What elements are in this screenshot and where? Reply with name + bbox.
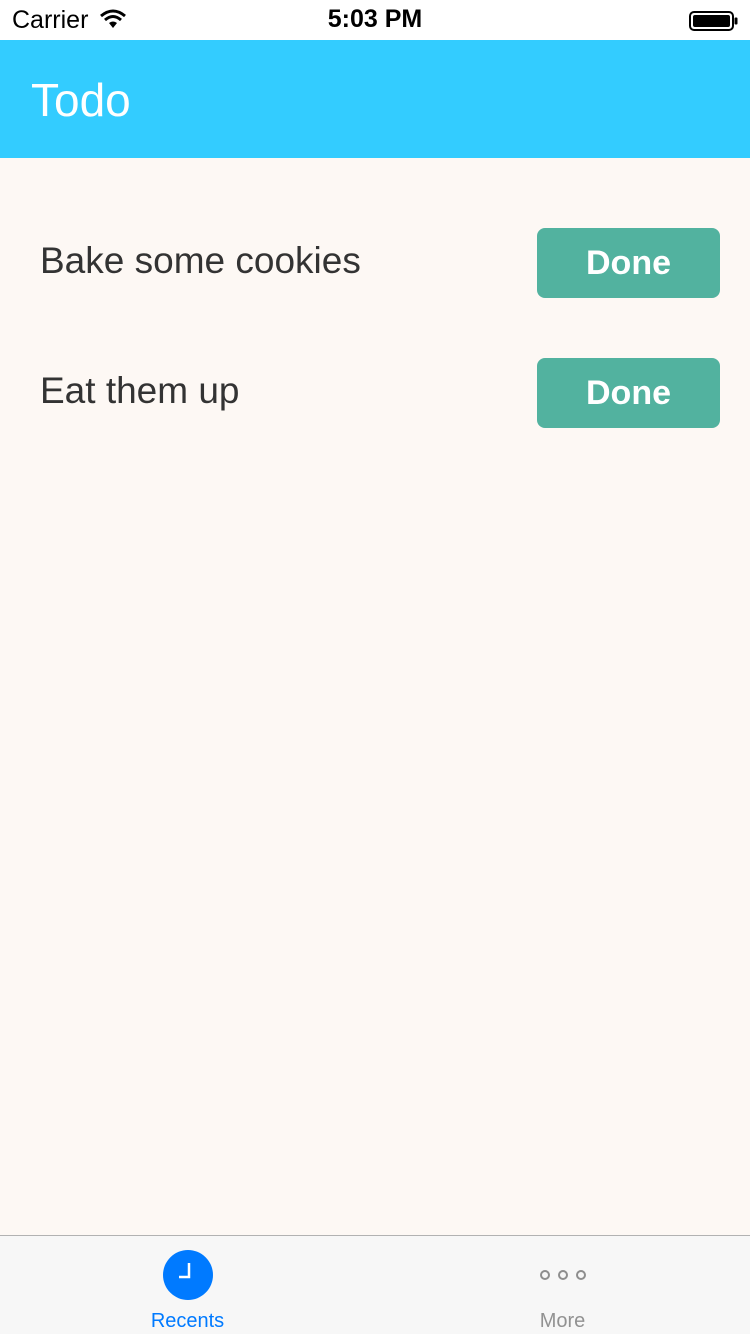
status-bar: Carrier 5:03 PM [0,0,750,40]
tab-label: More [539,1310,586,1332]
status-time: 5:03 PM [327,5,423,33]
app-screen: Carrier 5:03 PM Todo Bake some cookies D… [0,0,750,1334]
tab-more[interactable]: More [375,1236,750,1334]
tab-label: Recents [150,1310,225,1332]
clock-icon [162,1250,213,1300]
todo-item: Eat them up Done [0,358,750,428]
tab-bar: Recents More [0,1235,750,1334]
nav-bar: Todo [0,40,750,158]
tab-recents[interactable]: Recents [0,1236,375,1334]
done-button[interactable]: Done [537,358,720,428]
more-dots-icon [539,1270,586,1280]
done-button[interactable]: Done [537,228,720,298]
page-title: Todo [31,74,131,126]
todo-item: Bake some cookies Done [0,228,750,298]
todo-text: Eat them up [40,370,240,411]
battery-full-icon [689,11,738,31]
todo-text: Bake some cookies [40,240,361,281]
